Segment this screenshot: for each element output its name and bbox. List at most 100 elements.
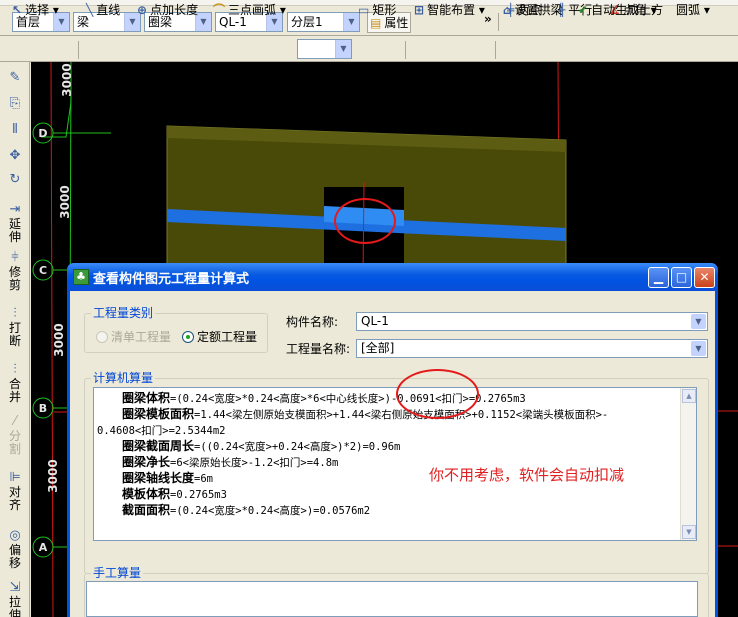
tool-merge[interactable]: ⫶ 合并: [3, 362, 27, 404]
tool-label: 打断: [9, 321, 22, 348]
quantity-formula-dialog: ♣ 查看构件图元工程量计算式 ▁ □ ✕ 工程量类别 清单工程量 定额工程量 构…: [67, 263, 718, 617]
minimize-button[interactable]: ▁: [648, 267, 669, 288]
calc-scrollbar[interactable]: ▲ ▼: [680, 388, 696, 540]
dimension-text: 3000: [58, 185, 72, 218]
brush-icon: ✎: [9, 70, 21, 85]
point-add-length-button[interactable]: ⊕ 点加长度: [135, 0, 200, 20]
tool-brush[interactable]: ✎: [3, 70, 27, 86]
tool-rotate[interactable]: ↻: [3, 172, 27, 188]
calc-line-name: 圈梁模板面积: [122, 407, 195, 421]
extend-icon: ⇥: [9, 202, 21, 217]
dialog-title: 查看构件图元工程量计算式: [93, 272, 250, 287]
offset-icon: ◎: [9, 528, 21, 543]
tool-label: 偏移: [9, 543, 22, 570]
tool-mirror[interactable]: ⫴: [3, 122, 27, 138]
tool-move[interactable]: ✥: [3, 148, 27, 164]
tool-trim[interactable]: ⫩ 修剪: [3, 250, 27, 292]
radio-quota-quantity[interactable]: 定额工程量: [182, 330, 257, 344]
calc-line: 圈梁轴线长度=6m: [122, 470, 213, 487]
maximize-button[interactable]: □: [671, 267, 692, 288]
dialog-titlebar[interactable]: ♣ 查看构件图元工程量计算式 ▁ □ ✕: [67, 263, 718, 291]
tool-break[interactable]: ⫶ 打断: [3, 306, 27, 348]
quantity-category-group: 工程量类别 清单工程量 定额工程量: [84, 306, 268, 353]
auto-earthwork-label: 自动生成土方: [591, 3, 664, 17]
tool-label: 拉伸: [9, 595, 22, 617]
scroll-down-icon[interactable]: ▼: [682, 525, 696, 539]
stretch-icon: ⇲: [9, 580, 21, 595]
set-arch-beam-button[interactable]: ⌂ 设置拱梁: [501, 0, 565, 20]
calc-line-name: 圈梁截面周长: [122, 439, 195, 453]
tool-split[interactable]: ⁄ 分割: [3, 414, 27, 456]
manual-calc-label: 手工算量: [91, 566, 144, 580]
axis-label-d: D: [38, 127, 47, 140]
tool-align[interactable]: ⊫ 对齐: [3, 470, 27, 512]
calc-line-name: 圈梁体积: [122, 391, 171, 405]
calc-line-expr: 0.4608<扣门>=2.5344m2: [97, 425, 226, 437]
manual-calc-textarea[interactable]: [86, 581, 698, 617]
calc-line-expr: =6<梁原始长度>-1.2<扣门>=4.8m: [170, 457, 339, 469]
calc-line: 0.4608<扣门>=2.5344m2: [97, 422, 225, 439]
tool-stretch[interactable]: ⇲ 拉伸: [3, 580, 27, 617]
computer-calc-label: 计算机算量: [91, 371, 156, 385]
toolbar-separator: [78, 41, 79, 59]
calc-line: 截面面积=(0.24<宽度>*0.24<高度>)=0.0576m2: [122, 502, 370, 519]
calc-line-expr: =0.2765m3: [170, 489, 227, 501]
close-button[interactable]: ✕: [694, 267, 715, 288]
radio-icon: [96, 331, 108, 343]
annotation-text: 你不用考虑，软件会自动扣减: [429, 466, 625, 484]
copy-icon: ⎘: [9, 96, 21, 111]
highlight-circle-door: [334, 198, 396, 244]
scroll-up-icon[interactable]: ▲: [682, 389, 696, 403]
tool-copy[interactable]: ⎘: [3, 96, 27, 112]
rectangle-icon: ▭: [358, 3, 370, 17]
chevron-down-icon: ▼: [691, 341, 706, 356]
auto-earthwork-button[interactable]: ✔ 自动生成土方: [576, 0, 665, 20]
quantity-name-combo[interactable]: [全部] ▼: [356, 339, 708, 358]
calc-line: 模板体积=0.2765m3: [122, 486, 227, 503]
calc-line-name: 圈梁轴线长度: [122, 471, 195, 485]
trim-icon: ⫩: [11, 250, 19, 265]
tool-offset[interactable]: ◎ 偏移: [3, 528, 27, 570]
arc-button[interactable]: 圆弧 ▾: [674, 0, 712, 20]
radio-list-quantity-label: 清单工程量: [111, 330, 172, 344]
arc-mode-select[interactable]: ▼: [297, 39, 352, 59]
tool-label: 修剪: [9, 265, 22, 292]
align-icon: ⊫: [9, 470, 21, 485]
chevron-down-icon: ▼: [691, 314, 706, 329]
select-button[interactable]: ↖ 选择 ▾: [10, 0, 61, 20]
layer-select-value: 分层1: [291, 15, 323, 29]
rectangle-button[interactable]: ▭ 矩形: [356, 0, 398, 20]
calc-line-expr: =((0.24<宽度>+0.24<高度>)*2)=0.96m: [194, 441, 401, 453]
three-point-arc-button[interactable]: ⌒ 三点画弧 ▾: [211, 0, 288, 20]
radio-list-quantity[interactable]: 清单工程量: [96, 330, 171, 344]
component-name-label: 构件名称:: [286, 315, 339, 329]
calc-line-name: 模板体积: [122, 487, 171, 501]
tool-extend[interactable]: ⇥ 延伸: [3, 202, 27, 244]
toolbar-draw: [0, 36, 738, 62]
axis-label-c: C: [39, 264, 47, 277]
quantity-name-label: 工程量名称:: [286, 342, 351, 356]
three-point-arc-label: 三点画弧: [228, 3, 277, 17]
radio-selected-icon: [182, 331, 194, 343]
calc-line-expr: =1.44<梁左侧原始支模面积>+1.44<梁右侧原始支模面积>+0.1152<…: [194, 409, 609, 421]
break-icon: ⫶: [13, 306, 17, 321]
calc-line-name: 圈梁净长: [122, 455, 171, 469]
rotate-icon: ↻: [9, 172, 21, 187]
line-button[interactable]: ╲ 直线: [84, 0, 122, 20]
quantity-category-label: 工程量类别: [91, 306, 156, 320]
smart-layout-button[interactable]: ⊞ 智能布置 ▾: [412, 0, 487, 20]
calc-line-name: 截面面积: [122, 503, 171, 517]
left-edit-toolbar: ✎ ⎘ ⫴ ✥ ↻ ⇥ 延伸 ⫩ 修剪 ⫶ 打断 ⫶ 合并 ⁄ 分割 ⊫ 对齐 ◎ 偏移 ⇲ 拉…: [0, 62, 30, 617]
calc-formula-textarea[interactable]: 圈梁体积=(0.24<宽度>*0.24<高度>*6<中心线长度>)-0.0691…: [93, 387, 697, 541]
layer-select[interactable]: 分层1 ▼: [287, 12, 360, 32]
minimize-icon: ▁: [653, 270, 664, 284]
line-icon: ╲: [86, 3, 94, 17]
rectangle-label: 矩形: [372, 3, 397, 17]
quantity-name-combo-value: [全部]: [361, 341, 395, 355]
close-icon: ✕: [699, 270, 710, 284]
radio-quota-quantity-label: 定额工程量: [197, 330, 258, 344]
component-name-combo[interactable]: QL-1 ▼: [356, 312, 708, 331]
line-label: 直线: [96, 3, 121, 17]
tool-label: 分割: [9, 429, 22, 456]
select-label: 选择: [25, 3, 50, 17]
